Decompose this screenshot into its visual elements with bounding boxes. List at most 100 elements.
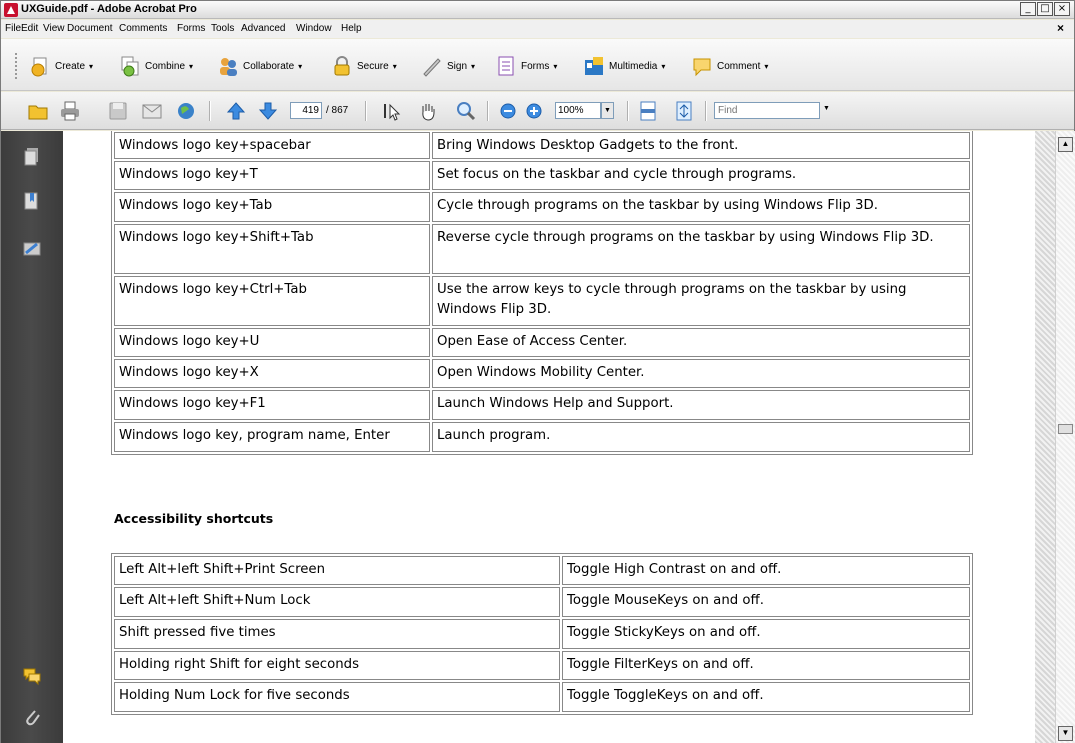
- shortcut-keys-cell: Holding Num Lock for five seconds: [114, 682, 560, 712]
- acrobat-window: UXGuide.pdf - Adobe Acrobat Pro _ □ × Fi…: [0, 0, 1075, 743]
- table-row: Windows logo key+Ctrl+Tab Use the arrow k…: [114, 276, 970, 326]
- menu-bar: File Edit View Document Comments Forms T…: [1, 20, 1074, 38]
- chevron-down-icon: ▾: [298, 61, 303, 71]
- comment-button[interactable]: Comment ▾: [691, 53, 768, 79]
- fit-page-icon[interactable]: [673, 100, 695, 122]
- task-toolbar: Create ▾ Combine ▾ Collaborate ▾ Secure …: [1, 39, 1074, 91]
- zoom-in-icon[interactable]: [523, 100, 545, 122]
- shortcut-keys-cell: Windows logo key+X: [114, 359, 430, 388]
- toolbar-separator: [487, 101, 489, 121]
- chevron-down-icon: ▾: [764, 61, 769, 71]
- shortcut-keys-cell: Left Alt+left Shift+Num Lock: [114, 587, 560, 617]
- signatures-icon[interactable]: [23, 239, 41, 259]
- toolbar-separator: [705, 101, 707, 121]
- table-row: Windows logo key+spacebar Bring Windows D…: [114, 132, 970, 159]
- minimize-button[interactable]: _: [1020, 2, 1036, 16]
- multimedia-button[interactable]: Multimedia ▾: [583, 53, 665, 79]
- menu-tools[interactable]: Tools: [211, 23, 234, 34]
- shortcut-keys-cell: Holding right Shift for eight seconds: [114, 651, 560, 680]
- table-row: Windows logo key+U Open Ease of Access Ce…: [114, 328, 970, 357]
- section-heading: Accessibility shortcuts: [114, 511, 274, 526]
- secure-button[interactable]: Secure ▾: [331, 53, 397, 79]
- globe-icon[interactable]: [175, 100, 197, 122]
- marquee-zoom-icon[interactable]: [455, 100, 477, 122]
- shortcut-keys-cell: Windows logo key+Ctrl+Tab: [114, 276, 430, 326]
- menu-comments[interactable]: Comments: [119, 23, 167, 34]
- open-folder-icon[interactable]: [27, 100, 49, 122]
- zoom-dropdown-button[interactable]: ▼: [601, 102, 614, 119]
- arrow-up-icon[interactable]: [225, 100, 247, 122]
- close-button[interactable]: ×: [1054, 2, 1070, 16]
- comment-icon: [693, 58, 711, 77]
- shortcut-action-cell: Cycle through programs on the taskbar by…: [432, 192, 970, 222]
- save-icon[interactable]: [107, 100, 129, 122]
- table-row: Windows logo key+Tab Cycle through progra…: [114, 192, 970, 222]
- scroll-down-button[interactable]: ▼: [1058, 726, 1073, 741]
- secure-label: Secure: [357, 60, 389, 72]
- close-document-button[interactable]: ×: [1057, 21, 1064, 35]
- table-row: Left Alt+left Shift+Print Screen Toggle H…: [114, 556, 970, 585]
- menu-document[interactable]: Document: [67, 23, 113, 34]
- menu-edit[interactable]: Edit: [21, 23, 38, 34]
- forms-icon: [498, 56, 514, 76]
- bookmarks-icon[interactable]: [23, 191, 41, 211]
- zoom-out-icon[interactable]: [497, 100, 519, 122]
- zoom-level-input[interactable]: [555, 102, 601, 119]
- toolbar-separator: [365, 101, 367, 121]
- arrow-down-icon[interactable]: [257, 100, 279, 122]
- combine-icon: [121, 56, 139, 77]
- page-total: / 867: [326, 105, 349, 116]
- fit-width-icon[interactable]: [637, 100, 659, 122]
- email-icon[interactable]: [141, 100, 163, 122]
- vertical-scrollbar[interactable]: ▲ ▼: [1055, 131, 1075, 743]
- select-tool-icon[interactable]: [379, 100, 401, 122]
- sign-button[interactable]: Sign ▾: [421, 53, 475, 79]
- accessibility-shortcuts-table: Left Alt+left Shift+Print Screen Toggle H…: [111, 553, 973, 715]
- table-row: Shift pressed five times Toggle StickyKey…: [114, 619, 970, 649]
- menu-advanced[interactable]: Advanced: [241, 23, 285, 34]
- scrollbar-thumb[interactable]: [1058, 424, 1073, 434]
- collaborate-button[interactable]: Collaborate ▾: [217, 53, 302, 79]
- table-row: Windows logo key+X Open Windows Mobility …: [114, 359, 970, 388]
- pages-icon[interactable]: [23, 147, 41, 167]
- shortcut-action-cell: Toggle MouseKeys on and off.: [562, 587, 970, 617]
- menu-forms[interactable]: Forms: [177, 23, 205, 34]
- chevron-down-icon: ▾: [471, 61, 476, 71]
- combine-label: Combine: [145, 60, 186, 72]
- page-number-input[interactable]: [290, 102, 322, 119]
- collaborate-label: Collaborate: [243, 60, 295, 72]
- pen-icon: [423, 58, 441, 77]
- toolbar-grip[interactable]: [15, 53, 19, 79]
- combine-button[interactable]: Combine ▾: [119, 53, 193, 79]
- table-row: Windows logo key+Shift+Tab Reverse cycle …: [114, 224, 970, 274]
- find-options-dropdown[interactable]: ▼: [823, 105, 830, 112]
- shortcut-action-cell: Reverse cycle through programs on the ta…: [432, 224, 970, 274]
- find-input[interactable]: [714, 102, 820, 119]
- scroll-up-button[interactable]: ▲: [1058, 137, 1073, 152]
- menu-view[interactable]: View: [43, 23, 65, 34]
- hand-tool-icon[interactable]: [417, 100, 439, 122]
- table-row: Holding right Shift for eight seconds Tog…: [114, 651, 970, 680]
- table-row: Windows logo key+F1 Launch Windows Help a…: [114, 390, 970, 420]
- menu-help[interactable]: Help: [341, 23, 362, 34]
- shortcut-keys-cell: Windows logo key+F1: [114, 390, 430, 420]
- shortcut-action-cell: Open Windows Mobility Center.: [432, 359, 970, 388]
- shortcut-action-cell: Toggle FilterKeys on and off.: [562, 651, 970, 680]
- create-button[interactable]: Create ▾: [29, 53, 93, 79]
- multimedia-label: Multimedia: [609, 60, 658, 72]
- print-icon[interactable]: [59, 100, 81, 122]
- menu-window[interactable]: Window: [296, 23, 332, 34]
- comments-icon[interactable]: [23, 666, 41, 686]
- page-edge: [1035, 131, 1055, 743]
- attachments-icon[interactable]: [23, 707, 41, 727]
- menu-file[interactable]: File: [5, 23, 21, 34]
- shortcut-action-cell: Set focus on the taskbar and cycle throu…: [432, 161, 970, 190]
- shortcut-action-cell: Launch Windows Help and Support.: [432, 390, 970, 420]
- shortcut-keys-cell: Windows logo key+Tab: [114, 192, 430, 222]
- shortcut-action-cell: Launch program.: [432, 422, 970, 452]
- forms-button[interactable]: Forms ▾: [495, 53, 557, 79]
- shortcut-action-cell: Toggle High Contrast on and off.: [562, 556, 970, 585]
- maximize-button[interactable]: □: [1037, 2, 1053, 16]
- table-row: Windows logo key, program name, Enter Lau…: [114, 422, 970, 452]
- acrobat-app-icon: [4, 3, 18, 17]
